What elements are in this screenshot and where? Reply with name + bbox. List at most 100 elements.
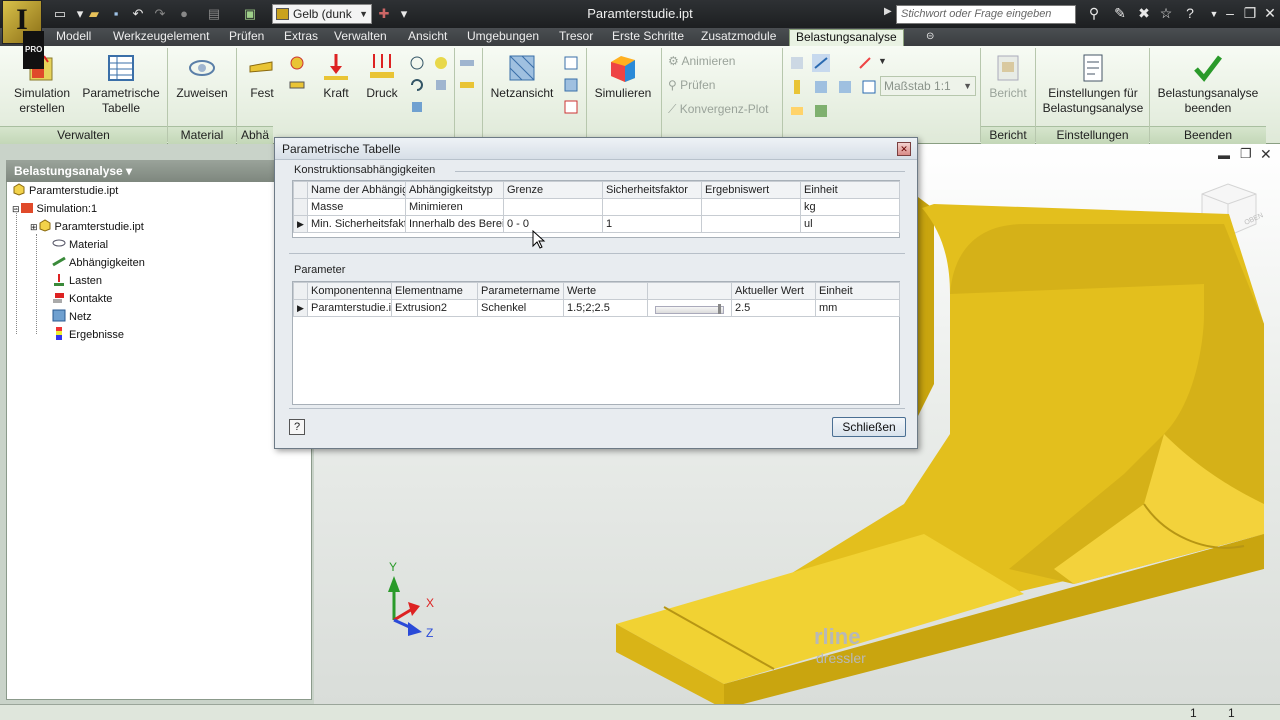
frictionless-constraint-icon[interactable] <box>288 76 306 94</box>
column-header[interactable]: Werte <box>563 282 648 300</box>
boundary-conditions-icon[interactable] <box>856 54 874 72</box>
mesh-settings-icon[interactable] <box>562 54 580 72</box>
pressure-button[interactable]: Druck <box>360 52 404 101</box>
animate-button[interactable]: ⚙ Animieren <box>668 54 778 69</box>
tree-node-material[interactable]: Material <box>52 237 108 253</box>
slider-handle[interactable] <box>718 304 721 314</box>
bearing-load-icon[interactable] <box>408 54 426 72</box>
table-cell[interactable]: mm <box>815 299 900 317</box>
minimize-icon[interactable]: – <box>1220 5 1240 23</box>
column-header[interactable]: Einheit <box>815 282 900 300</box>
table-cell[interactable]: kg <box>800 198 900 216</box>
pin-constraint-icon[interactable] <box>288 54 306 72</box>
tree-node-mesh[interactable]: Netz <box>52 309 92 325</box>
column-header[interactable]: Parametername <box>477 282 564 300</box>
tree-node-loads[interactable]: Lasten <box>52 273 102 289</box>
analysis-settings-button[interactable]: Einstellungen für Belastungsanalyse <box>1040 52 1146 116</box>
deformation-icon[interactable] <box>788 102 806 120</box>
table-cell[interactable]: 2.5 <box>731 299 816 317</box>
dialog-title[interactable]: Parametrische Tabelle <box>275 138 917 160</box>
table-cell[interactable]: 1 <box>602 215 702 233</box>
tab-pruefen[interactable]: Prüfen <box>223 29 270 46</box>
max-value-icon[interactable] <box>812 78 830 96</box>
scale-dropdown[interactable]: Maßstab 1:1 ▼ <box>880 76 976 96</box>
tab-verwalten[interactable]: Verwalten <box>328 29 393 46</box>
column-header[interactable] <box>647 282 732 300</box>
table-cell[interactable]: Extrusion2 <box>391 299 478 317</box>
report-button[interactable]: Bericht <box>984 52 1032 101</box>
column-header[interactable]: Aktueller Wert <box>731 282 816 300</box>
value-slider-cell[interactable] <box>647 299 732 317</box>
table-cell[interactable]: Innerhalb des Bereic <box>405 215 504 233</box>
tab-tresor[interactable]: Tresor <box>553 29 599 46</box>
row-selector-arrow-icon[interactable]: ▶ <box>293 215 308 233</box>
gravity-icon[interactable] <box>432 54 450 72</box>
browser-header[interactable]: Belastungsanalyse ▾ <box>6 160 312 182</box>
tab-erste-schritte[interactable]: Erste Schritte <box>606 29 690 46</box>
dialog-close-icon[interactable]: ✕ <box>897 142 911 156</box>
table-cell[interactable]: Paramterstudie.ip <box>307 299 392 317</box>
probe-button[interactable]: ⚲ Prüfen <box>668 78 778 93</box>
table-row[interactable]: ▶ Paramterstudie.ip Extrusion2 Schenkel … <box>293 299 900 317</box>
viewport-minimize-icon[interactable]: ▬ <box>1218 148 1230 162</box>
tree-node-simulation[interactable]: ⊟ Simulation:1 <box>12 201 97 217</box>
convergence-settings-icon[interactable] <box>562 98 580 116</box>
finish-analysis-button[interactable]: Belastungsanalyse beenden <box>1154 52 1262 116</box>
viewport-close-icon[interactable]: ✕ <box>1260 146 1272 163</box>
tree-node-results[interactable]: Ergebnisse <box>52 327 124 343</box>
local-mesh-icon[interactable] <box>562 76 580 94</box>
fixed-constraint-button[interactable]: Fest <box>240 52 284 101</box>
ribbon-minimize-icon[interactable]: ⊝ <box>920 29 940 46</box>
table-row[interactable]: ▶ Min. Sicherheitsfakt Innerhalb des Ber… <box>293 215 900 233</box>
close-button[interactable]: Schließen <box>832 417 906 437</box>
value-slider[interactable] <box>655 304 724 314</box>
column-header[interactable]: Komponentenna <box>307 282 392 300</box>
tree-node-part-root[interactable]: Paramterstudie.ipt <box>12 183 118 199</box>
help-search-input[interactable]: Stichwort oder Frage eingeben <box>896 5 1076 24</box>
row-selector-arrow-icon[interactable]: ▶ <box>293 299 308 317</box>
tab-zusatzmodule[interactable]: Zusatzmodule <box>695 29 782 46</box>
tab-ansicht[interactable]: Ansicht <box>402 29 453 46</box>
tab-werkzeugelement[interactable]: Werkzeugelement <box>107 29 216 46</box>
restore-icon[interactable]: ❐ <box>1240 5 1260 23</box>
close-icon[interactable]: ✕ <box>1260 5 1280 23</box>
expand-arrow-icon[interactable]: ▶ <box>884 6 894 22</box>
table-cell[interactable] <box>701 215 801 233</box>
expand-plus-icon[interactable]: ⊞ <box>30 222 38 232</box>
table-cell[interactable]: Masse <box>307 198 406 216</box>
viewport-restore-icon[interactable]: ❐ <box>1240 146 1252 162</box>
help-icon[interactable]: ? <box>1180 5 1200 23</box>
help-button[interactable]: ? <box>289 419 305 435</box>
table-cell[interactable]: ul <box>800 215 900 233</box>
column-header[interactable]: Elementname <box>391 282 478 300</box>
column-header[interactable]: Grenze <box>503 181 603 199</box>
tree-node-constraints[interactable]: Abhängigkeiten <box>52 255 145 271</box>
force-button[interactable]: Kraft <box>314 52 358 101</box>
convergence-plot-button[interactable]: ⟋ Konvergenz-Plot <box>668 102 782 117</box>
subscription-icon[interactable]: ✎ <box>1110 5 1130 23</box>
table-cell[interactable]: Schenkel <box>477 299 564 317</box>
table-cell[interactable]: Min. Sicherheitsfakt <box>307 215 406 233</box>
table-cell[interactable] <box>701 198 801 216</box>
column-header[interactable]: Ergebniswert <box>701 181 801 199</box>
communication-icon[interactable]: ✖ <box>1134 5 1154 23</box>
table-cell[interactable]: 1.5;2;2.5 <box>563 299 648 317</box>
assign-material-button[interactable]: Zuweisen <box>172 52 232 101</box>
tab-belastungsanalyse[interactable]: Belastungsanalyse <box>789 29 904 46</box>
display-shaded-icon[interactable] <box>788 54 806 72</box>
mesh-display-icon[interactable] <box>860 78 878 96</box>
display-contour-icon[interactable] <box>812 54 830 72</box>
column-header[interactable]: Name der Abhängigk <box>307 181 406 199</box>
mesh-view-button[interactable]: Netzansicht <box>488 52 556 101</box>
column-header[interactable]: Einheit <box>800 181 900 199</box>
chevron-down-icon[interactable]: ▼ <box>878 56 887 66</box>
parametric-table-button[interactable]: Parametrische Tabelle <box>80 52 162 116</box>
tab-modell[interactable]: Modell <box>50 29 97 46</box>
min-value-icon[interactable] <box>836 78 854 96</box>
smooth-shading-icon[interactable] <box>812 102 830 120</box>
table-cell[interactable]: 0 - 0 <box>503 215 603 233</box>
table-cell[interactable]: Minimieren <box>405 198 504 216</box>
column-header[interactable]: Sicherheitsfaktor <box>602 181 702 199</box>
application-menu-button[interactable]: I PRO <box>2 0 45 69</box>
table-cell[interactable] <box>602 198 702 216</box>
